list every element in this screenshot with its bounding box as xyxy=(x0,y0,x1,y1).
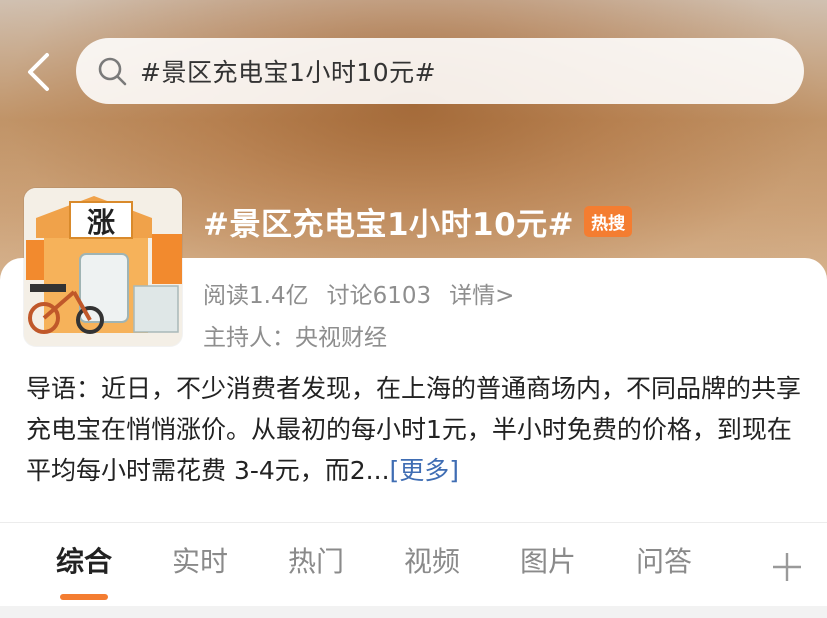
tab-bar: 综合 实时 热门 视频 图片 问答 xyxy=(0,540,827,592)
search-icon xyxy=(96,55,128,87)
topic-host: 主持人：央视财经 xyxy=(203,325,387,351)
read-count: 阅读1.4亿 xyxy=(203,283,309,309)
hot-badge: 热搜 xyxy=(584,205,633,237)
back-arrow-icon xyxy=(28,53,49,91)
divider xyxy=(0,522,827,523)
tab-comprehensive[interactable]: 综合 xyxy=(44,540,124,580)
topic-stats: 阅读1.4亿 讨论6103 详情> xyxy=(203,276,514,310)
thumbnail-label: 涨 xyxy=(87,206,115,239)
discussion-count: 讨论6103 xyxy=(326,283,432,309)
topic-title: #景区充电宝1小时10元# xyxy=(203,206,575,243)
details-link[interactable]: 详情> xyxy=(449,276,514,310)
more-tabs-button[interactable] xyxy=(768,548,806,586)
search-bar[interactable]: #景区充电宝1小时10元# xyxy=(76,38,804,104)
topic-title-row: #景区充电宝1小时10元# 热搜 xyxy=(203,196,633,246)
tab-hot[interactable]: 热门 xyxy=(276,540,356,580)
tab-images[interactable]: 图片 xyxy=(508,540,588,580)
thumbnail-illustration: 涨 xyxy=(24,188,182,346)
tab-realtime[interactable]: 实时 xyxy=(160,540,240,580)
tab-qa[interactable]: 问答 xyxy=(624,540,704,580)
active-tab-indicator xyxy=(60,594,108,600)
topic-thumbnail[interactable]: 涨 xyxy=(24,188,182,346)
search-query: #景区充电宝1小时10元# xyxy=(140,58,437,87)
more-link[interactable]: [更多] xyxy=(390,456,460,485)
back-button[interactable] xyxy=(18,52,58,92)
bottom-strip xyxy=(0,606,827,618)
tab-video[interactable]: 视频 xyxy=(392,540,472,580)
plus-icon xyxy=(773,553,801,581)
topic-intro: 导语：近日，不少消费者发现，在上海的普通商场内，不同品牌的共享充电宝在悄悄涨价。… xyxy=(26,368,802,491)
